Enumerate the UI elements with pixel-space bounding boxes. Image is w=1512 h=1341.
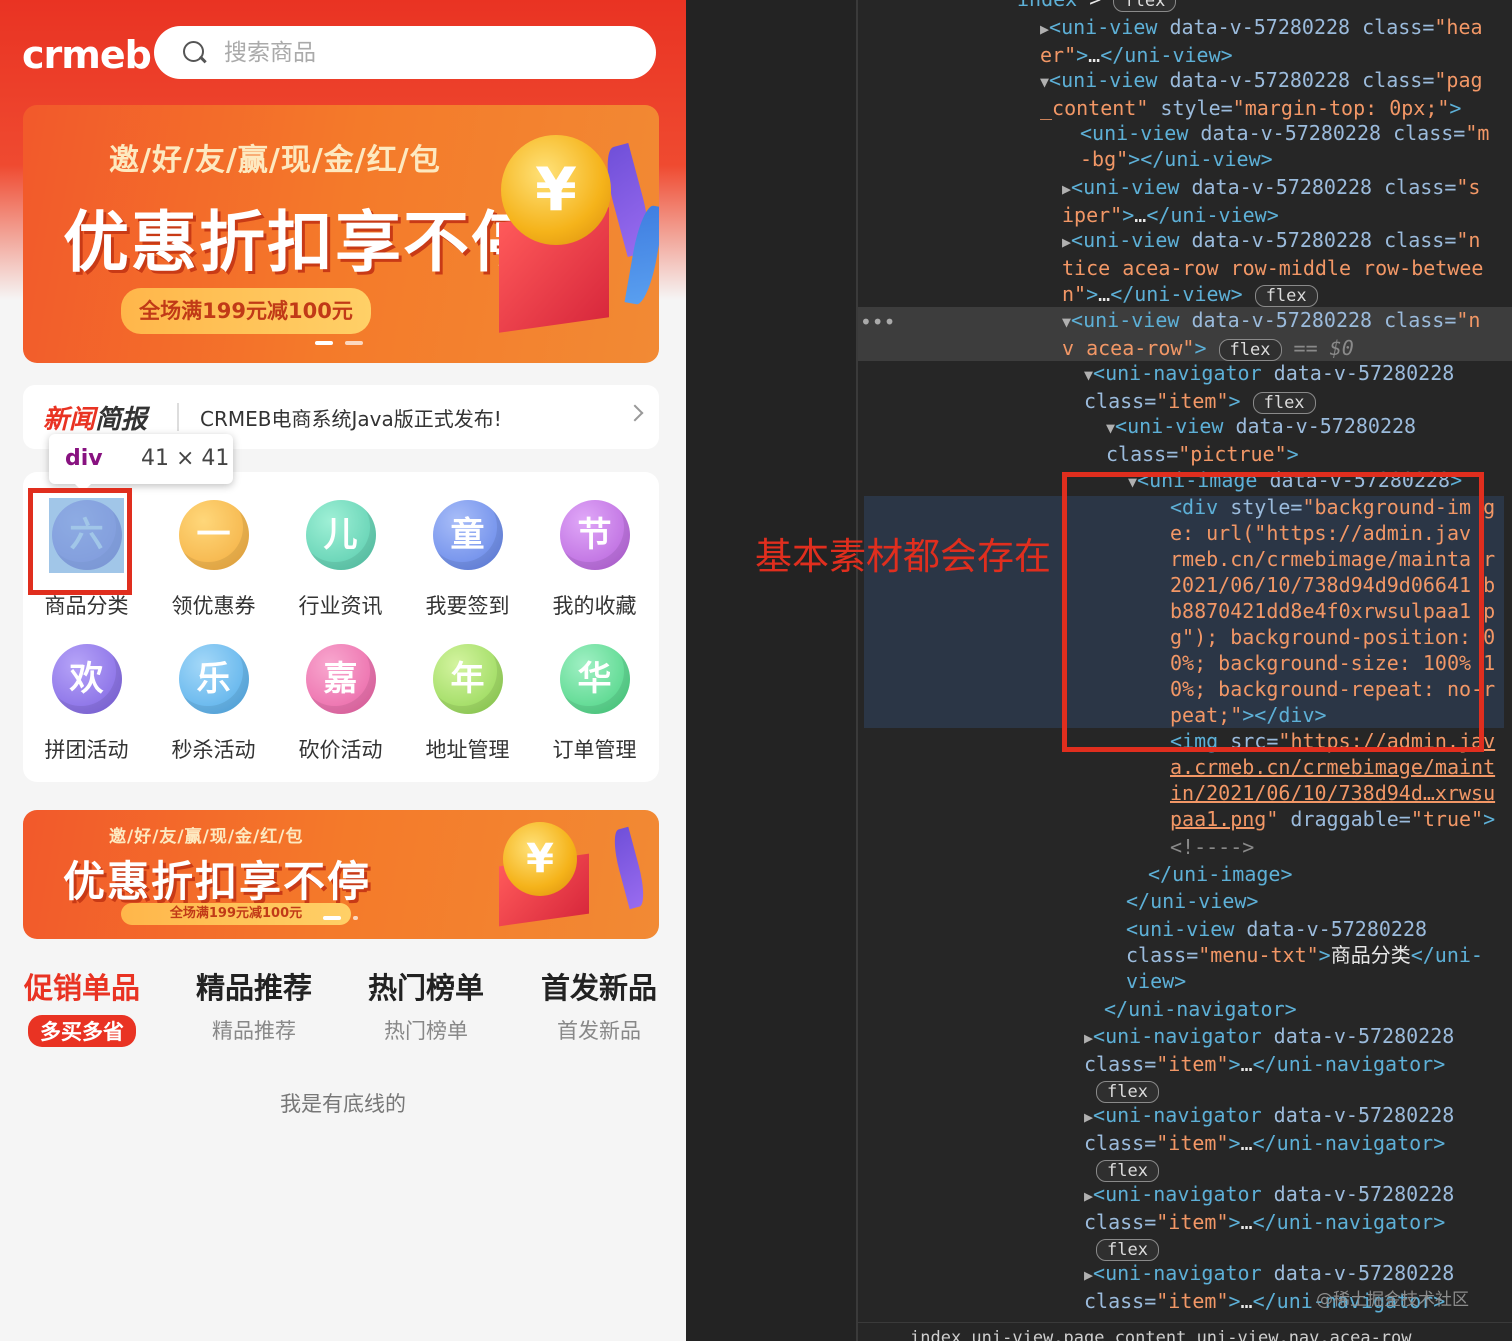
tab-subtitle-badge: 多买多省 bbox=[28, 1015, 136, 1047]
promo-banner[interactable]: 邀/好/友/赢/现/金/红/包 优惠折扣享不停 全场满199元减100元 ¥ bbox=[23, 105, 659, 363]
tab-featured[interactable]: 精品推荐 精品推荐 bbox=[168, 965, 340, 1045]
banner-title: 优惠折扣享不停 bbox=[63, 204, 539, 281]
dom-close-uni-view: </uni-view> bbox=[1126, 889, 1259, 913]
carousel-dots bbox=[323, 916, 358, 920]
tab-promotion[interactable]: 促销单品 多买多省 bbox=[0, 965, 168, 1047]
chevron-right-icon bbox=[626, 404, 644, 422]
favorites-icon: 节 bbox=[559, 500, 630, 570]
coupon-icon: 一 bbox=[178, 500, 249, 570]
menu-label: 我的收藏 bbox=[552, 594, 637, 618]
dom-node-swiper[interactable]: ▶<uni-view data-v-57280228 class="s iper… bbox=[1062, 174, 1480, 228]
tab-hot[interactable]: 热门榜单 热门榜单 bbox=[340, 965, 512, 1045]
flash-sale-icon: 乐 bbox=[178, 644, 249, 714]
coin-icon: ¥ bbox=[501, 135, 611, 245]
inspect-tooltip: div 41 × 41 bbox=[49, 434, 233, 492]
tab-title: 首发新品 bbox=[540, 971, 657, 1005]
bargain-icon: 嘉 bbox=[305, 644, 376, 714]
dom-node-nav-selected[interactable]: ▼<uni-view data-v-57280228 class="n v ac… bbox=[1062, 307, 1480, 361]
news-icon: 儿 bbox=[305, 500, 376, 570]
devtools-gutter bbox=[686, 0, 856, 1341]
more-options-icon[interactable]: ••• bbox=[860, 310, 895, 334]
devtools-divider bbox=[856, 0, 858, 1341]
mobile-app: crmeb 邀/好/友/赢/现/金/红/包 优惠折扣享不停 全场满199元减10… bbox=[0, 0, 686, 1341]
search-input[interactable] bbox=[224, 39, 604, 66]
news-tag-red: 新闻 bbox=[43, 405, 96, 435]
menu-label: 拼团活动 bbox=[44, 738, 129, 762]
carousel-dots bbox=[315, 341, 363, 345]
group-buy-icon: 欢 bbox=[51, 644, 122, 714]
product-tabs: 促销单品 多买多省 精品推荐 精品推荐 热门榜单 热门榜单 首发新品 首发新品 bbox=[0, 965, 686, 1055]
menu-item-group-buy[interactable]: 欢 拼团活动 bbox=[23, 644, 150, 764]
dom-close-navigator: </uni-navigator> bbox=[1104, 997, 1297, 1021]
banner-promo: 全场满199元减100元 bbox=[121, 903, 351, 925]
carousel-dot bbox=[353, 916, 358, 920]
news-divider bbox=[177, 403, 179, 431]
banner-title: 优惠折扣享不停 bbox=[63, 857, 372, 906]
annotation-text: 基本素材都会存在 bbox=[755, 535, 1051, 578]
dom-close-uni-image: </uni-image> bbox=[1148, 862, 1293, 886]
dom-node-notice[interactable]: ▶<uni-view data-v-57280228 class="n tice… bbox=[1062, 227, 1483, 307]
dom-node-navigator-2[interactable]: ▶<uni-navigator data-v-57280228 class="i… bbox=[1084, 1023, 1454, 1103]
dom-node-line[interactable]: index > flex bbox=[1017, 0, 1177, 12]
carousel-dot bbox=[345, 341, 363, 345]
dom-comment: <!----> bbox=[1170, 835, 1255, 859]
dom-node-navigator[interactable]: ▼<uni-navigator data-v-57280228 class="i… bbox=[1084, 360, 1454, 414]
news-tag: 新闻简报 bbox=[43, 399, 147, 436]
tab-subtitle: 首发新品 bbox=[557, 1019, 641, 1043]
leaf-decoration bbox=[608, 826, 650, 910]
inspect-tag: div bbox=[65, 446, 103, 471]
end-of-list-text: 我是有底线的 bbox=[280, 1092, 406, 1116]
news-headline[interactable]: CRMEB电商系统Java版正式发布! bbox=[200, 403, 502, 432]
banner-subtitle: 邀/好/友/赢/现/金/红/包 bbox=[109, 143, 441, 178]
dom-node-picture[interactable]: ▼<uni-view data-v-57280228 class="pictru… bbox=[1106, 413, 1416, 467]
dom-node-menu-txt[interactable]: <uni-view data-v-57280228 class="menu-tx… bbox=[1126, 916, 1483, 994]
annotation-box bbox=[1062, 472, 1484, 752]
tab-title: 促销单品 bbox=[23, 971, 140, 1005]
menu-item-news[interactable]: 儿 行业资讯 bbox=[277, 500, 404, 620]
tab-new[interactable]: 首发新品 首发新品 bbox=[513, 965, 685, 1045]
signin-icon: 童 bbox=[432, 500, 503, 570]
menu-label: 我要签到 bbox=[425, 594, 510, 618]
dom-node-header[interactable]: ▶<uni-view data-v-57280228 class="hea er… bbox=[1040, 14, 1483, 68]
menu-label: 砍价活动 bbox=[298, 738, 383, 762]
menu-item-coupon[interactable]: 一 领优惠券 bbox=[150, 500, 277, 620]
carousel-dot bbox=[315, 341, 333, 345]
coin-icon: ¥ bbox=[503, 822, 577, 896]
dom-node-mbg[interactable]: <uni-view data-v-57280228 class="m -bg">… bbox=[1080, 120, 1489, 172]
promo-banner-2[interactable]: 邀/好/友/赢/现/金/红/包 优惠折扣享不停 全场满199元减100元 ¥ bbox=[23, 810, 659, 939]
menu-item-flash-sale[interactable]: 乐 秒杀活动 bbox=[150, 644, 277, 764]
search-icon bbox=[182, 40, 208, 66]
orders-icon: 华 bbox=[559, 644, 630, 714]
carousel-dot bbox=[323, 916, 341, 920]
annotation-box bbox=[28, 488, 132, 595]
menu-item-bargain[interactable]: 嘉 砍价活动 bbox=[277, 644, 404, 764]
banner-promo: 全场满199元减100元 bbox=[121, 288, 371, 334]
inspect-size: 41 × 41 bbox=[141, 446, 230, 471]
devtools-breadcrumb[interactable]: index uni-view.page_content uni-view.nav… bbox=[858, 1322, 1512, 1341]
menu-item-favorites[interactable]: 节 我的收藏 bbox=[531, 500, 658, 620]
menu-label: 领优惠券 bbox=[171, 594, 256, 618]
address-icon: 年 bbox=[432, 644, 503, 714]
tab-subtitle: 精品推荐 bbox=[212, 1019, 296, 1043]
menu-label: 订单管理 bbox=[552, 738, 637, 762]
tab-title: 热门榜单 bbox=[367, 971, 484, 1005]
menu-label: 地址管理 bbox=[425, 738, 510, 762]
dom-node-navigator-3[interactable]: ▶<uni-navigator data-v-57280228 class="i… bbox=[1084, 1102, 1454, 1182]
dom-node-navigator-4[interactable]: ▶<uni-navigator data-v-57280228 class="i… bbox=[1084, 1181, 1454, 1261]
crmeb-logo[interactable]: crmeb bbox=[22, 30, 152, 80]
menu-item-signin[interactable]: 童 我要签到 bbox=[404, 500, 531, 620]
menu-item-orders[interactable]: 华 订单管理 bbox=[531, 644, 658, 764]
dom-node-page-content[interactable]: ▼<uni-view data-v-57280228 class="pag _c… bbox=[1040, 67, 1483, 121]
search-bar[interactable] bbox=[154, 26, 656, 79]
banner-subtitle: 邀/好/友/赢/现/金/红/包 bbox=[109, 827, 304, 847]
tab-subtitle: 热门榜单 bbox=[384, 1019, 468, 1043]
news-tag-dark: 简报 bbox=[95, 405, 148, 435]
menu-label: 行业资讯 bbox=[298, 594, 383, 618]
tab-title: 精品推荐 bbox=[195, 971, 312, 1005]
watermark: @稀土掘金技术社区 bbox=[1316, 1290, 1469, 1310]
menu-label: 秒杀活动 bbox=[171, 738, 256, 762]
menu-item-address[interactable]: 年 地址管理 bbox=[404, 644, 531, 764]
